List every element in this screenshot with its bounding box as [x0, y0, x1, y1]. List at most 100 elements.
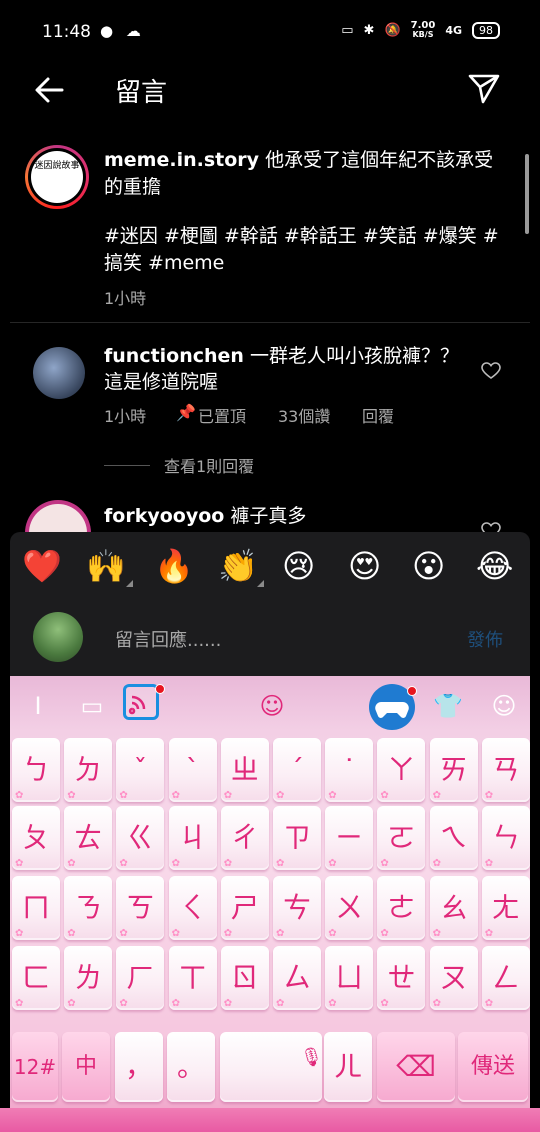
- post-button[interactable]: 發佈: [467, 626, 503, 652]
- scrollbar[interactable]: [525, 154, 529, 234]
- notification-dot: [155, 684, 165, 694]
- bopomofo-key[interactable]: ㄣ ✿: [481, 806, 530, 870]
- flower-decoration: ✿: [276, 858, 285, 869]
- android-icon: ●: [100, 22, 114, 40]
- bopomofo-key[interactable]: ㄎ ✿: [116, 876, 165, 940]
- bopomofo-key[interactable]: ˇ ✿: [116, 738, 165, 802]
- backspace-key[interactable]: ⌫: [377, 1032, 455, 1102]
- bopomofo-key[interactable]: ㄗ ✿: [273, 806, 321, 870]
- bopomofo-key[interactable]: ㄖ ✿: [220, 946, 269, 1010]
- emoji-fire[interactable]: 🔥: [154, 546, 194, 586]
- comment-input[interactable]: 留言回應......: [115, 626, 221, 652]
- keyboard-layout-icon[interactable]: ▭: [76, 690, 108, 722]
- period-key[interactable]: 。: [167, 1032, 215, 1102]
- bopomofo-key[interactable]: ㄘ ✿: [273, 876, 321, 940]
- reply-button[interactable]: 回覆: [362, 403, 394, 427]
- bluetooth-icon: ✱: [363, 22, 375, 38]
- cast-icon[interactable]: [123, 684, 159, 720]
- emoji-heart-eyes[interactable]: 😍: [348, 546, 381, 586]
- bopomofo-key[interactable]: ㄍ ✿: [116, 806, 165, 870]
- bopomofo-key[interactable]: ㄢ ✿: [481, 738, 530, 802]
- page-title: 留言: [115, 78, 168, 108]
- back-arrow-icon[interactable]: [32, 72, 68, 108]
- caption-hashtags[interactable]: #迷因 #梗圖 #幹話 #幹話王 #笑話 #爆笑 #搞笑 #meme: [104, 223, 504, 277]
- flower-decoration: ✿: [171, 928, 180, 939]
- emoji-crying[interactable]: 😢: [282, 546, 315, 586]
- bopomofo-key[interactable]: ㄏ ✿: [116, 946, 165, 1010]
- bopomofo-key[interactable]: ㄧ ✿: [325, 806, 374, 870]
- emoji-heart[interactable]: ❤️: [22, 546, 62, 586]
- bopomofo-key[interactable]: ˋ ✿: [168, 738, 217, 802]
- er-key[interactable]: ㄦ: [324, 1032, 372, 1102]
- language-switch-key[interactable]: 中: [62, 1032, 110, 1102]
- emoji-surprised[interactable]: 😮: [412, 546, 445, 586]
- bopomofo-key[interactable]: ㄊ ✿: [64, 806, 113, 870]
- number-symbol-key[interactable]: 12#: [12, 1032, 58, 1102]
- bopomofo-key[interactable]: ㄉ ✿: [64, 738, 113, 802]
- bopomofo-key[interactable]: ㄙ ✿: [273, 946, 321, 1010]
- likes-count[interactable]: 33個讚: [278, 403, 362, 427]
- bopomofo-key[interactable]: ㄈ ✿: [12, 946, 60, 1010]
- send-key[interactable]: 傳送: [458, 1032, 528, 1102]
- comment-username[interactable]: functionchen: [104, 345, 244, 367]
- bopomofo-key[interactable]: ㄒ ✿: [168, 946, 217, 1010]
- cast-status-icon: ▭: [341, 22, 354, 38]
- bopomofo-key[interactable]: ㄕ ✿: [220, 876, 269, 940]
- smiley-icon[interactable]: ☺: [488, 690, 520, 722]
- bopomofo-key[interactable]: ㄤ ✿: [481, 876, 530, 940]
- caption-avatar[interactable]: 迷因說故事: [25, 145, 89, 209]
- flower-decoration: ✿: [276, 790, 285, 801]
- flower-decoration: ✿: [119, 790, 128, 801]
- view-replies-button[interactable]: 查看1則回覆: [104, 453, 254, 477]
- cursor-icon[interactable]: I: [22, 690, 54, 722]
- comment-avatar[interactable]: [33, 347, 85, 399]
- emoji-clap[interactable]: 👏: [218, 546, 258, 586]
- flower-decoration: ✿: [328, 858, 337, 869]
- bopomofo-key[interactable]: ㄋ ✿: [64, 876, 113, 940]
- bopomofo-key[interactable]: ㄆ ✿: [12, 806, 60, 870]
- signal-icon: 4G: [445, 23, 462, 37]
- flower-decoration: ✿: [432, 928, 441, 939]
- flower-decoration: ✿: [223, 998, 233, 1009]
- bopomofo-key[interactable]: ㄞ ✿: [429, 738, 478, 802]
- comment-text: functionchen 一群老人叫小孩脫褲？？這是修道院喔: [104, 345, 460, 393]
- bopomofo-key[interactable]: ㄥ ✿: [481, 946, 530, 1010]
- bopomofo-key[interactable]: ㄇ ✿: [12, 876, 60, 940]
- bopomofo-key[interactable]: ㄝ ✿: [377, 946, 426, 1010]
- flower-decoration: ✿: [119, 998, 128, 1009]
- bopomofo-key[interactable]: ㄟ ✿: [429, 806, 478, 870]
- bopomofo-key[interactable]: ㄚ ✿: [377, 738, 426, 802]
- flower-decoration: ✿: [484, 790, 494, 801]
- bopomofo-key[interactable]: ˙ ✿: [325, 738, 374, 802]
- emoji-keyboard-icon[interactable]: ☺: [256, 690, 288, 722]
- bopomofo-key[interactable]: ㄓ ✿: [220, 738, 269, 802]
- caption-text: meme.in.story 他承受了這個年紀不該承受的重擔: [104, 149, 494, 198]
- flower-decoration: ✿: [432, 998, 441, 1009]
- caption-time: 1小時: [104, 289, 147, 308]
- bopomofo-key[interactable]: ㄩ ✿: [325, 946, 374, 1010]
- bopomofo-key[interactable]: ㄠ ✿: [429, 876, 478, 940]
- comma-key[interactable]: ，: [115, 1032, 163, 1102]
- bopomofo-key[interactable]: ㄛ ✿: [377, 806, 426, 870]
- theme-shirt-icon[interactable]: 👕: [432, 690, 464, 722]
- bopomofo-key[interactable]: ㄨ ✿: [325, 876, 374, 940]
- emoji-raised-hands[interactable]: 🙌: [86, 546, 126, 586]
- bopomofo-key[interactable]: ㄡ ✿: [429, 946, 478, 1010]
- bopomofo-key[interactable]: ㄌ ✿: [64, 946, 113, 1010]
- flower-decoration: ✿: [484, 998, 494, 1009]
- space-key[interactable]: 🎙: [220, 1032, 323, 1102]
- flower-decoration: ✿: [223, 790, 233, 801]
- bopomofo-key[interactable]: ㄔ ✿: [220, 806, 269, 870]
- bopomofo-key[interactable]: ㄐ ✿: [168, 806, 217, 870]
- share-icon[interactable]: [466, 70, 502, 106]
- like-heart-icon[interactable]: [481, 361, 501, 381]
- bopomofo-key[interactable]: ㄅ ✿: [12, 738, 60, 802]
- bopomofo-key[interactable]: ˊ ✿: [273, 738, 321, 802]
- emoji-laughing[interactable]: 😂: [476, 546, 513, 586]
- bopomofo-key[interactable]: ㄜ ✿: [377, 876, 426, 940]
- bopomofo-key[interactable]: ㄑ ✿: [168, 876, 217, 940]
- flower-decoration: ✿: [380, 858, 389, 869]
- flower-decoration: ✿: [67, 928, 76, 939]
- caption-username[interactable]: meme.in.story: [104, 149, 259, 171]
- comment-username[interactable]: forkyooyoo: [104, 505, 224, 527]
